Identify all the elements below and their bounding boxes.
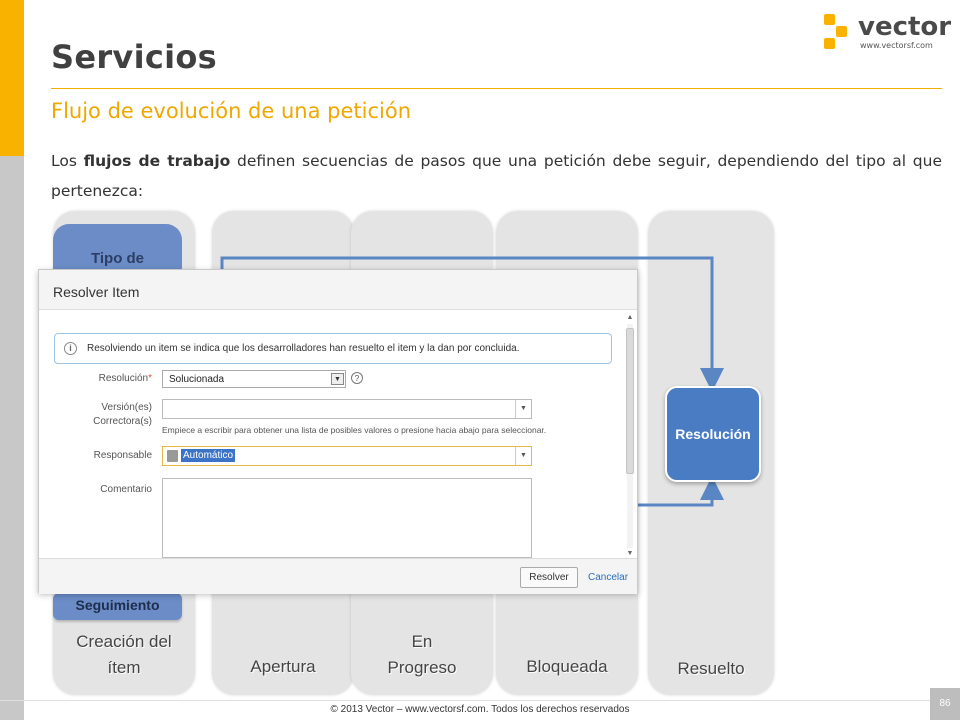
resolucion-value: Solucionada — [169, 374, 225, 385]
scroll-up-icon[interactable]: ▲ — [625, 314, 635, 322]
logo-url: www.vectorsf.com — [860, 41, 933, 50]
info-icon: i — [64, 342, 77, 355]
dialog-footer: Resolver Cancelar — [39, 558, 637, 594]
resolucion-label: Resolución — [675, 426, 751, 442]
version-hint: Empiece a escribir para obtener una list… — [162, 425, 547, 435]
copyright: © 2013 Vector – www.vectorsf.com. Todos … — [330, 704, 630, 715]
scroll-thumb[interactable] — [626, 328, 634, 474]
version-combo[interactable]: ▼ — [162, 399, 532, 419]
lane-label-line: Creación del — [76, 632, 172, 651]
slide-title: Servicios — [51, 38, 218, 76]
lane-label-line: En — [411, 632, 433, 651]
chevron-down-icon[interactable]: ▼ — [515, 447, 531, 465]
body-bold: flujos de trabajo — [83, 152, 231, 170]
version-field-label: Versión(es) — [101, 402, 152, 413]
lane-label: Bloqueada — [526, 657, 608, 676]
info-message: i Resolviendo un item se indica que los … — [54, 333, 612, 364]
slide-subtitle: Flujo de evolución de una petición — [51, 99, 412, 123]
tipo-label: Tipo de — [90, 250, 145, 267]
responsable-value: Automático — [181, 449, 236, 462]
responsable-field-label: Responsable — [93, 450, 152, 461]
slide: Servicios vector www.vectorsf.com Flujo … — [0, 0, 960, 720]
lane-label: Creación del ítem — [53, 629, 195, 681]
comentario-field-label: Comentario — [100, 484, 152, 495]
info-text: Resolviendo un item se indica que los de… — [87, 343, 520, 354]
user-icon — [167, 450, 178, 462]
version-field-label-2: Correctora(s) — [93, 416, 152, 427]
logo-name: vector — [858, 12, 952, 42]
chevron-down-icon[interactable]: ▼ — [331, 373, 344, 385]
required-icon: * — [148, 373, 152, 384]
page-number: 86 — [930, 688, 960, 720]
resolucion-label-text: Resolución — [98, 373, 149, 384]
lane-label-line: ítem — [107, 658, 141, 677]
dialog-title: Resolver Item — [53, 284, 140, 300]
dialog-scrollbar[interactable]: ▲ ▼ — [625, 314, 635, 558]
resolucion-field-label: Resolución* — [59, 373, 152, 384]
vector-logo: vector www.vectorsf.com — [820, 12, 951, 54]
dialog-header: Resolver Item — [39, 270, 637, 310]
logo-square-icon — [824, 38, 835, 49]
body-paragraph: Los flujos de trabajo definen secuencias… — [51, 146, 942, 206]
lane-label: Resuelto — [677, 659, 745, 678]
resolver-button[interactable]: Resolver — [520, 567, 578, 588]
accent-bar-orange — [0, 0, 24, 156]
accent-bar-gray — [0, 156, 24, 720]
logo-square-icon — [836, 26, 847, 37]
lane-label-line: Progreso — [387, 658, 457, 677]
chevron-down-icon[interactable]: ▼ — [515, 400, 531, 418]
responsable-combo[interactable]: Automático ▼ — [162, 446, 532, 466]
help-icon[interactable]: ? — [351, 372, 363, 384]
logo-square-icon — [824, 14, 835, 25]
comentario-textarea[interactable] — [162, 478, 532, 558]
footer-divider — [0, 700, 960, 701]
lane-label: En Progreso — [351, 629, 493, 681]
seguimiento-label: Seguimiento — [75, 597, 160, 613]
resolucion-box: Resolución — [665, 386, 761, 482]
lane-label: Apertura — [250, 657, 316, 676]
seguimiento-box: Seguimiento — [53, 593, 182, 620]
resolver-item-dialog: Resolver Item ▲ ▼ i Resolviendo un item … — [38, 269, 638, 594]
scroll-down-icon[interactable]: ▼ — [625, 550, 635, 558]
title-divider — [51, 88, 942, 89]
cancelar-link[interactable]: Cancelar — [588, 572, 628, 583]
body-prefix: Los — [51, 152, 84, 170]
resolucion-select[interactable]: Solucionada ▼ — [162, 370, 346, 388]
